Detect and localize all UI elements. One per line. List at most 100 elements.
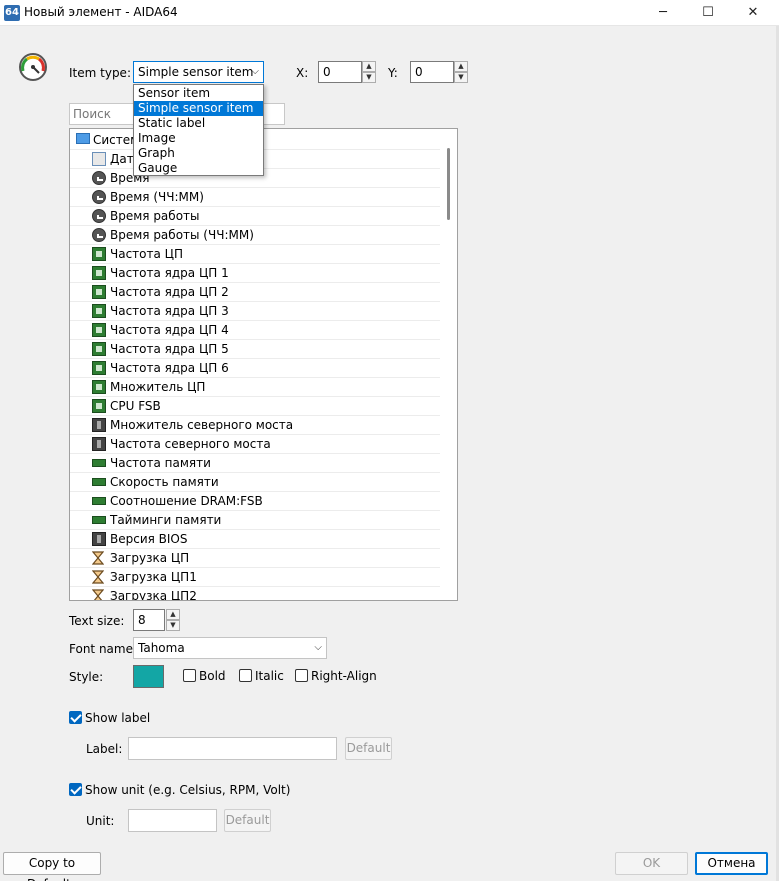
font-name-combobox[interactable]: Tahoma ⌵ — [133, 637, 327, 659]
show-unit-text[interactable]: Show unit (e.g. Celsius, RPM, Volt) — [85, 783, 290, 797]
ok-button[interactable]: OK — [615, 852, 688, 875]
dropdown-option[interactable]: Simple sensor item — [134, 101, 263, 116]
close-button[interactable]: ✕ — [730, 0, 776, 26]
show-unit-checkbox[interactable] — [69, 783, 82, 796]
spin-up-icon[interactable]: ▲ — [454, 61, 468, 72]
tree-item-label: Загрузка ЦП — [110, 551, 190, 565]
tree-item-label: Время работы (ЧЧ:ММ) — [110, 228, 254, 242]
y-input[interactable]: 0 — [410, 61, 454, 83]
tree-item-label: Частота ядра ЦП 6 — [110, 361, 229, 375]
item-type-combobox[interactable]: Simple sensor item ⌵ — [133, 61, 264, 83]
sensor-tree[interactable]: Система Дата Время Время (ЧЧ:ММ) Время рабо… — [69, 128, 458, 601]
hourglass-icon — [91, 570, 105, 584]
tree-item[interactable]: Множитель северного моста — [70, 416, 440, 435]
font-name-value: Tahoma — [138, 641, 185, 655]
tree-item-label: Частота памяти — [110, 456, 211, 470]
ram-icon — [92, 497, 106, 505]
color-picker-button[interactable] — [133, 665, 164, 688]
clock-icon — [92, 190, 106, 204]
tree-item[interactable]: Частота ядра ЦП 6 — [70, 359, 440, 378]
dropdown-option[interactable]: Image — [134, 131, 263, 146]
bold-label[interactable]: Bold — [199, 669, 226, 683]
cpu-icon — [92, 361, 106, 375]
hourglass-icon — [91, 551, 105, 565]
text-size-input[interactable]: 8 — [133, 609, 165, 631]
tree-item[interactable]: Частота северного моста — [70, 435, 440, 454]
tree-item-label: CPU FSB — [110, 399, 161, 413]
tree-item[interactable]: CPU FSB — [70, 397, 440, 416]
tree-item[interactable]: Соотношение DRAM:FSB — [70, 492, 440, 511]
tree-item-label: Соотношение DRAM:FSB — [110, 494, 263, 508]
item-type-dropdown-list[interactable]: Sensor item Simple sensor item Static labe… — [133, 84, 264, 176]
tree-item[interactable]: Версия BIOS — [70, 530, 440, 549]
tree-item[interactable]: Частота ядра ЦП 2 — [70, 283, 440, 302]
right-align-label[interactable]: Right-Align — [311, 669, 377, 683]
copy-to-defaults-button[interactable]: Copy to Defaults — [3, 852, 101, 881]
tree-item[interactable]: Загрузка ЦП2 — [70, 587, 440, 601]
tree-item-label: Частота северного моста — [110, 437, 271, 451]
tree-item[interactable]: Множитель ЦП — [70, 378, 440, 397]
style-label: Style: — [69, 670, 104, 684]
label-default-button[interactable]: Default — [345, 737, 392, 760]
unit-default-button[interactable]: Default — [224, 809, 271, 832]
cpu-icon — [92, 247, 106, 261]
show-label-checkbox[interactable] — [69, 711, 82, 724]
font-name-label: Font name: — [69, 642, 138, 656]
tree-item[interactable]: Частота ядра ЦП 4 — [70, 321, 440, 340]
italic-label[interactable]: Italic — [255, 669, 284, 683]
italic-checkbox[interactable] — [239, 669, 252, 682]
tree-item[interactable]: Частота ядра ЦП 3 — [70, 302, 440, 321]
tree-item-label: Загрузка ЦП1 — [110, 570, 197, 584]
tree-item[interactable]: Загрузка ЦП — [70, 549, 440, 568]
show-label-text[interactable]: Show label — [85, 711, 150, 725]
tree-item[interactable]: Тайминги памяти — [70, 511, 440, 530]
tree-item[interactable]: Частота ЦП — [70, 245, 440, 264]
tree-item-label: Частота ядра ЦП 5 — [110, 342, 229, 356]
spin-down-icon[interactable]: ▼ — [362, 72, 376, 83]
tree-item[interactable]: Время работы (ЧЧ:ММ) — [70, 226, 440, 245]
dropdown-option[interactable]: Sensor item — [134, 86, 263, 101]
unit-field-label: Unit: — [86, 814, 115, 828]
tree-item[interactable]: Частота ядра ЦП 1 — [70, 264, 440, 283]
maximize-button[interactable]: ☐ — [685, 0, 731, 26]
tree-item-label: Частота ЦП — [110, 247, 184, 261]
cpu-icon — [92, 304, 106, 318]
tree-item-label: Частота ядра ЦП 1 — [110, 266, 229, 280]
unit-input[interactable] — [128, 809, 217, 832]
computer-icon — [76, 133, 90, 144]
tree-item[interactable]: Частота памяти — [70, 454, 440, 473]
text-size-spinner[interactable]: ▲ ▼ — [166, 609, 180, 631]
tree-item[interactable]: Время (ЧЧ:ММ) — [70, 188, 440, 207]
x-spinner[interactable]: ▲ ▼ — [362, 61, 376, 83]
tree-item[interactable]: Частота ядра ЦП 5 — [70, 340, 440, 359]
clock-icon — [92, 171, 106, 185]
label-input[interactable] — [128, 737, 337, 760]
right-align-checkbox[interactable] — [295, 669, 308, 682]
cpu-icon — [92, 342, 106, 356]
spin-down-icon[interactable]: ▼ — [454, 72, 468, 83]
dropdown-option[interactable]: Graph — [134, 146, 263, 161]
spin-up-icon[interactable]: ▲ — [166, 609, 180, 620]
spin-down-icon[interactable]: ▼ — [166, 620, 180, 631]
tree-item[interactable]: Загрузка ЦП1 — [70, 568, 440, 587]
tree-scrollbar-thumb[interactable] — [447, 148, 450, 220]
window-title: Новый элемент - AIDA64 — [24, 5, 178, 19]
tree-item[interactable]: Время работы — [70, 207, 440, 226]
tree-item-label: Версия BIOS — [110, 532, 188, 546]
dropdown-option[interactable]: Gauge — [134, 161, 263, 176]
gauge-icon — [19, 53, 47, 81]
cpu-icon — [92, 266, 106, 280]
tree-item[interactable]: Скорость памяти — [70, 473, 440, 492]
ram-icon — [92, 516, 106, 524]
y-spinner[interactable]: ▲ ▼ — [454, 61, 468, 83]
chevron-down-icon: ⌵ — [314, 642, 322, 653]
x-input[interactable]: 0 — [318, 61, 362, 83]
minimize-button[interactable]: ─ — [640, 0, 686, 26]
text-size-label: Text size: — [69, 614, 125, 628]
spin-up-icon[interactable]: ▲ — [362, 61, 376, 72]
cancel-button[interactable]: Отмена — [695, 852, 768, 875]
bold-checkbox[interactable] — [183, 669, 196, 682]
tree-item-label: Загрузка ЦП2 — [110, 589, 197, 601]
dropdown-option[interactable]: Static label — [134, 116, 263, 131]
y-label: Y: — [388, 66, 398, 80]
